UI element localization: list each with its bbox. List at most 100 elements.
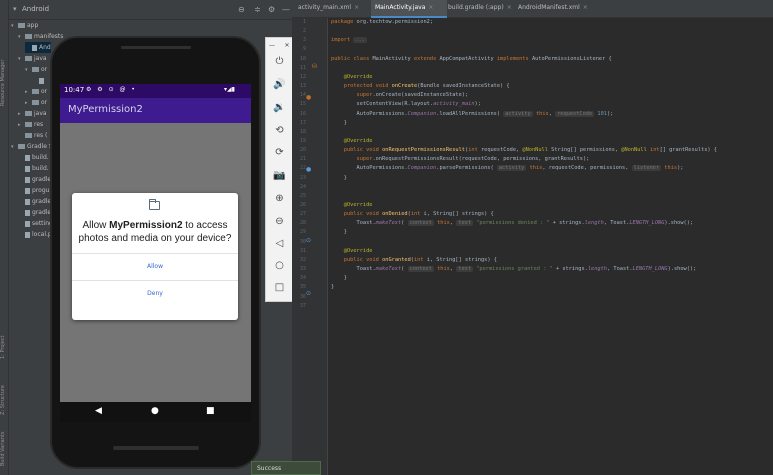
minimize-emulator-icon[interactable]: — bbox=[265, 40, 279, 52]
project-pane-header bbox=[9, 0, 292, 20]
expand-arrow-icon[interactable]: ▾ bbox=[18, 32, 25, 43]
expand-arrow-icon[interactable]: ▾ bbox=[18, 54, 25, 65]
nav-back-button[interactable]: ◀ bbox=[95, 406, 102, 416]
allow-button[interactable]: Allow bbox=[72, 256, 238, 278]
code-line: } bbox=[331, 229, 347, 236]
tree-item[interactable]: build. bbox=[18, 163, 49, 174]
code-line: public void onDenied(int i, String[] str… bbox=[343, 211, 494, 218]
nav-recents-button[interactable]: ■ bbox=[206, 406, 215, 416]
volume-down-icon[interactable]: 🔉 bbox=[265, 102, 294, 114]
tree-item[interactable]: ▸ java bbox=[18, 108, 47, 119]
tab-label: activity_main.xml bbox=[298, 4, 352, 11]
zoom-in-icon[interactable]: ⊕ bbox=[265, 193, 294, 205]
line-number: 27 bbox=[299, 211, 306, 218]
override-icon[interactable]: ● bbox=[306, 94, 311, 101]
success-text: Success bbox=[257, 465, 282, 472]
rotate-left-icon[interactable]: ⟲ bbox=[265, 125, 294, 137]
line-number: 11 bbox=[299, 64, 306, 71]
dialog-divider bbox=[72, 253, 238, 254]
rotate-right-icon[interactable]: ⟳ bbox=[265, 147, 294, 159]
line-number: 20 bbox=[299, 147, 306, 154]
line-number: 1 bbox=[302, 19, 306, 25]
dialog-divider bbox=[72, 280, 238, 281]
override-icon[interactable]: ● bbox=[306, 166, 311, 173]
sort-icon[interactable]: ≑ bbox=[254, 5, 261, 14]
project-view-selector[interactable]: Android bbox=[22, 5, 49, 13]
build-variants-tab[interactable]: Build Variants bbox=[0, 425, 9, 473]
line-number: 30 bbox=[299, 238, 306, 245]
class-run-icon[interactable]: ⛁ bbox=[312, 63, 317, 70]
camera-icon[interactable]: 📷 bbox=[265, 170, 294, 182]
tree-item-label: manifests bbox=[34, 33, 64, 40]
close-tab-icon[interactable]: × bbox=[428, 4, 433, 11]
expand-arrow-icon[interactable]: ▾ bbox=[25, 65, 32, 76]
tree-item[interactable]: setting bbox=[18, 218, 53, 229]
android-icon: ▾ bbox=[13, 5, 17, 13]
tab-android-manifest[interactable]: AndroidManifest.xml × bbox=[518, 4, 588, 11]
collapse-all-icon[interactable]: ⊖ bbox=[238, 5, 245, 14]
folder-icon bbox=[32, 67, 39, 72]
structure-tab[interactable]: Z: Structure bbox=[0, 380, 9, 420]
expand-arrow-icon[interactable]: ▾ bbox=[11, 21, 18, 32]
home-icon[interactable]: ○ bbox=[265, 260, 294, 272]
tree-item[interactable]: gradle bbox=[18, 196, 51, 207]
folder-icon bbox=[149, 199, 160, 210]
tab-build-gradle[interactable]: build.gradle (:app) × bbox=[448, 4, 512, 11]
line-number: 31 bbox=[299, 247, 306, 254]
back-icon[interactable]: ◁ bbox=[265, 238, 294, 250]
success-notification: Success bbox=[251, 461, 321, 475]
deny-button[interactable]: Deny bbox=[72, 283, 238, 305]
tab-main-activity[interactable]: MainActivity.java × bbox=[375, 4, 433, 11]
tree-item[interactable]: ▸ res bbox=[18, 119, 43, 130]
line-number: 24 bbox=[299, 183, 306, 190]
tree-item[interactable] bbox=[32, 75, 46, 86]
close-tab-icon[interactable]: × bbox=[354, 4, 359, 11]
gear-icon[interactable]: ⚙ bbox=[268, 5, 275, 14]
volume-up-icon[interactable]: 🔊 bbox=[265, 79, 294, 91]
power-icon[interactable]: ⏻ bbox=[265, 56, 294, 68]
folder-icon bbox=[25, 56, 32, 61]
tree-item[interactable]: build. bbox=[18, 152, 49, 163]
overview-icon[interactable]: □ bbox=[265, 282, 294, 294]
tree-item[interactable]: gradle bbox=[18, 207, 51, 218]
line-number: 9 bbox=[302, 46, 306, 53]
implements-icon[interactable]: ⊙ bbox=[306, 290, 311, 297]
tree-item[interactable]: ▾ or bbox=[25, 64, 47, 75]
resource-manager-tab[interactable]: Resource Manager bbox=[0, 55, 9, 110]
tree-item-label: or bbox=[41, 88, 48, 95]
line-number: 18 bbox=[299, 128, 306, 135]
close-tab-icon[interactable]: × bbox=[507, 4, 512, 11]
project-tab[interactable]: 1: Project bbox=[0, 330, 9, 365]
code-line: setContentView(R.layout.activity_main); bbox=[331, 101, 481, 108]
zoom-out-icon[interactable]: ⊖ bbox=[265, 216, 294, 228]
folder-icon bbox=[25, 122, 32, 127]
tree-item[interactable]: ▾ java bbox=[18, 53, 47, 64]
tab-activity-main[interactable]: activity_main.xml × bbox=[298, 4, 359, 11]
tree-item[interactable]: ▸ or bbox=[25, 86, 47, 97]
tree-item[interactable]: gradle bbox=[18, 174, 51, 185]
nav-home-button[interactable]: ● bbox=[151, 406, 159, 416]
expand-arrow-icon[interactable]: ▾ bbox=[11, 142, 18, 153]
tree-item[interactable]: progu bbox=[18, 185, 49, 196]
tree-item[interactable]: ▾ manifests bbox=[18, 31, 63, 42]
tree-item[interactable]: And bbox=[25, 42, 51, 53]
tree-item[interactable]: res ( bbox=[18, 130, 47, 141]
file-icon bbox=[25, 231, 30, 238]
tree-item[interactable]: ▾ app bbox=[11, 20, 38, 31]
tree-item-label: or bbox=[41, 99, 48, 106]
implements-icon[interactable]: ⊙ bbox=[306, 237, 311, 244]
tree-item[interactable]: local.p bbox=[18, 229, 52, 240]
code-line: protected void onCreate(Bundle savedInst… bbox=[343, 83, 510, 90]
line-number: 21 bbox=[299, 156, 306, 163]
tree-item-label: local.p bbox=[32, 231, 52, 238]
tree-item-label: build. bbox=[32, 165, 49, 172]
line-number: 2 bbox=[302, 28, 306, 35]
hide-panel-icon[interactable]: — bbox=[282, 5, 290, 14]
tree-item[interactable]: ▸ or bbox=[25, 97, 47, 108]
tab-label: MainActivity.java bbox=[375, 4, 426, 11]
close-tab-icon[interactable]: × bbox=[583, 4, 588, 11]
tree-item-label: app bbox=[27, 22, 39, 29]
file-icon bbox=[25, 198, 30, 205]
file-icon bbox=[25, 187, 30, 194]
tree-item-label: res ( bbox=[34, 132, 48, 139]
